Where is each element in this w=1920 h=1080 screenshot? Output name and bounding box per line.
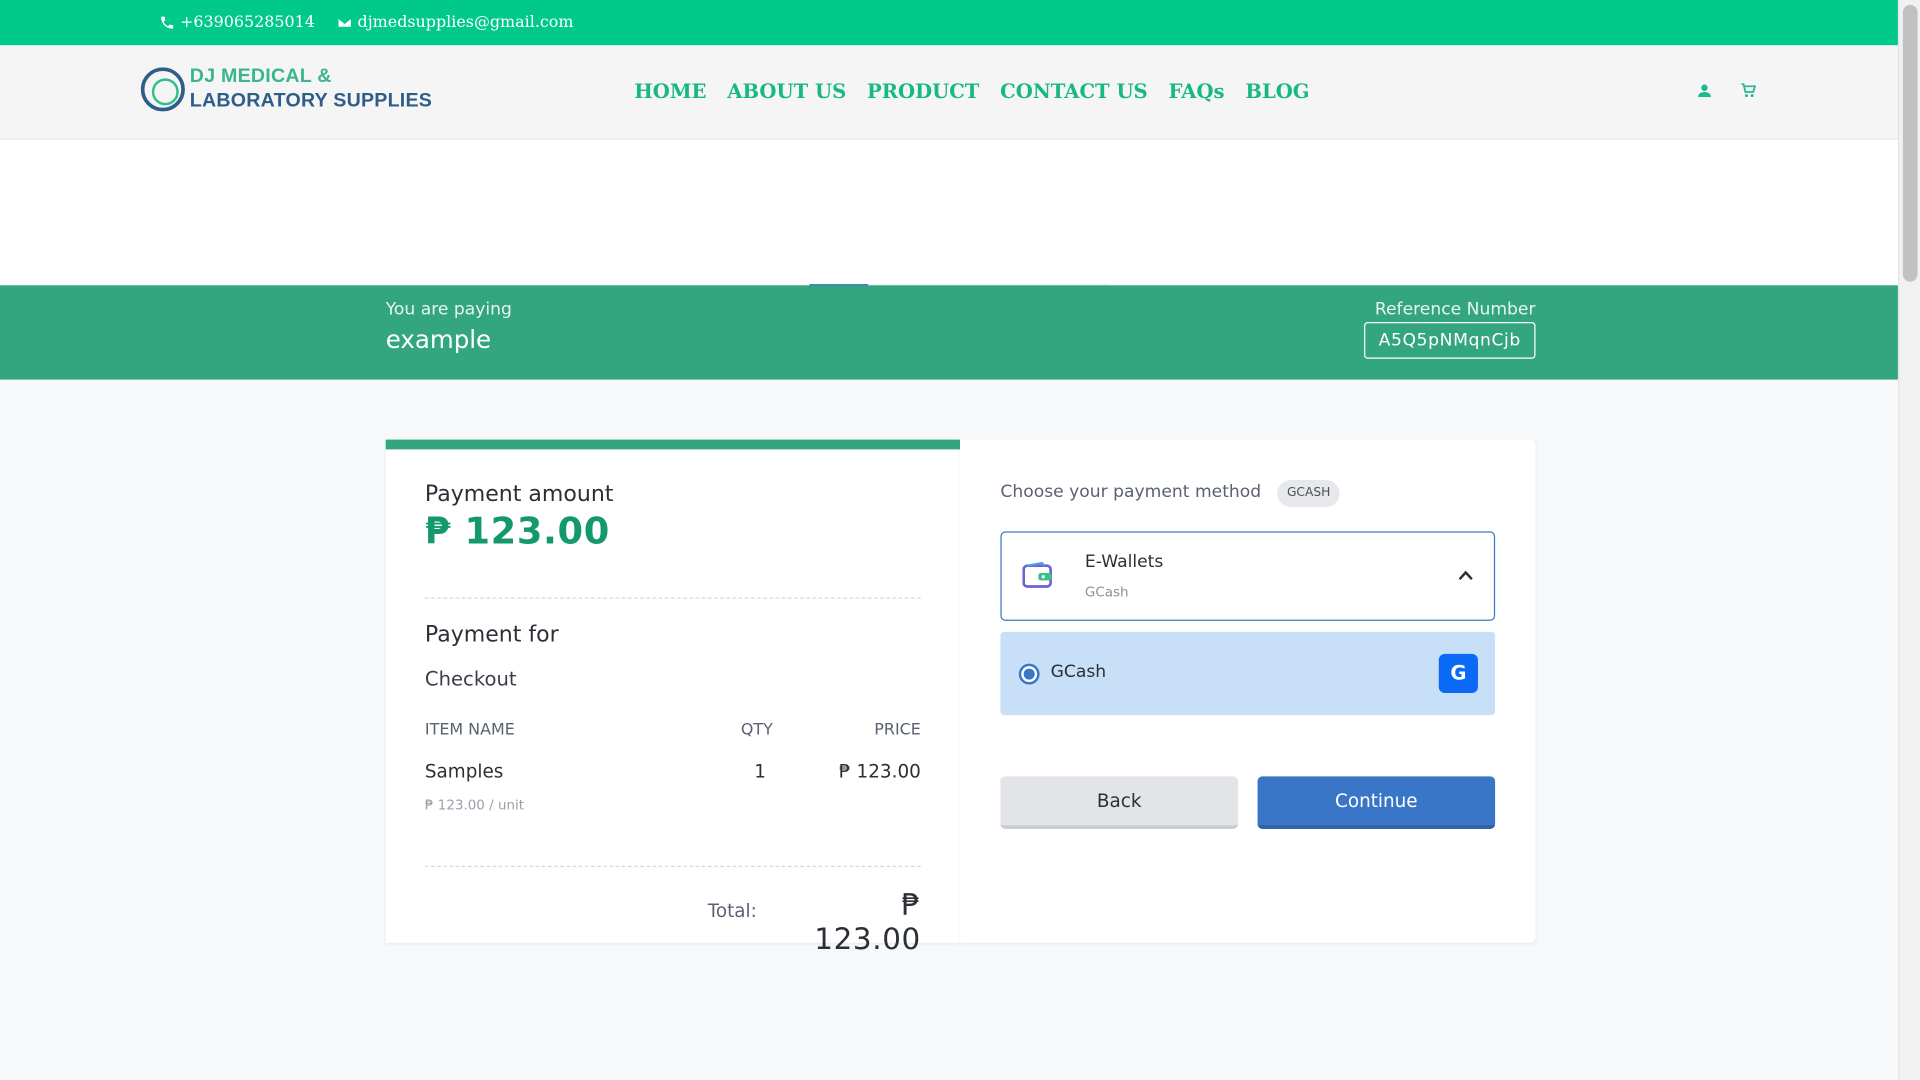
column-item-name: ITEM NAME — [424, 721, 515, 740]
paying-label: You are paying — [385, 300, 512, 320]
payment-summary-card: Payment amount ₱ 123.00 Payment for Chec… — [385, 439, 961, 956]
item-name: Samples — [424, 760, 504, 783]
phone-icon — [161, 16, 174, 29]
nav-blog[interactable]: BLOG — [1245, 80, 1309, 103]
page-scrollbar[interactable] — [1897, 0, 1920, 1080]
gcash-label: GCash — [1050, 662, 1107, 683]
top-contact-bar: +639065285014 djmedsupplies@gmail.com — [0, 0, 1898, 46]
phone-number: +639065285014 — [180, 13, 315, 32]
item-price: ₱ 123.00 — [839, 760, 921, 783]
chevron-up-icon[interactable] — [1457, 567, 1474, 584]
item-qty: 1 — [754, 760, 766, 783]
user-icon[interactable] — [1696, 82, 1713, 99]
ewallets-title: E-Wallets — [1084, 552, 1164, 572]
brand-line-1: DJ MEDICAL & — [189, 66, 332, 87]
payment-amount-label: Payment amount — [424, 481, 614, 507]
merchant-name: example — [385, 324, 492, 354]
nav-product[interactable]: PRODUCT — [867, 80, 979, 103]
stethoscope-logo-icon — [140, 67, 185, 112]
payment-for-label: Payment for — [424, 622, 559, 648]
reference-number: A5Q5pNMqnCjb — [1364, 322, 1536, 359]
cart-icon[interactable] — [1740, 82, 1757, 99]
scrollbar-thumb[interactable] — [1902, 4, 1918, 282]
column-qty: QTY — [740, 721, 773, 740]
gcash-option[interactable]: GCash G — [1000, 631, 1496, 716]
envelope-icon — [337, 17, 352, 28]
divider — [424, 597, 921, 599]
item-unit-price: ₱ 123.00 / unit — [424, 797, 525, 814]
ewallets-accordion[interactable]: E-Wallets GCash — [1000, 531, 1496, 621]
column-price: PRICE — [874, 721, 921, 740]
content-band — [0, 139, 1898, 287]
total-amount: ₱ 123.00 — [814, 887, 921, 957]
nav-contact-us[interactable]: CONTACT US — [1000, 80, 1148, 103]
email-contact[interactable]: djmedsupplies@gmail.com — [337, 13, 574, 32]
divider — [424, 865, 921, 867]
nav-home[interactable]: HOME — [634, 80, 706, 103]
selected-method-badge: GCASH — [1277, 480, 1341, 507]
nav-menu: HOME ABOUT US PRODUCT CONTACT US FAQs BL… — [634, 80, 1309, 103]
wallet-icon — [1022, 562, 1052, 588]
choose-method-label: Choose your payment method — [1000, 482, 1262, 503]
payment-method-card: Choose your payment method GCASH E-Walle… — [960, 439, 1536, 943]
ewallets-subtitle: GCash — [1084, 584, 1129, 601]
continue-button[interactable]: Continue — [1257, 776, 1496, 829]
payment-for-value: Checkout — [424, 667, 517, 691]
payment-amount: ₱ 123.00 — [424, 510, 610, 554]
phone-contact[interactable]: +639065285014 — [159, 13, 315, 32]
gcash-logo-icon: G — [1438, 653, 1478, 694]
email-address: djmedsupplies@gmail.com — [357, 13, 574, 32]
reference-label: Reference Number — [1374, 300, 1536, 320]
nav-icons — [1696, 82, 1757, 99]
main-navbar: DJ MEDICAL & LABORATORY SUPPLIES HOME AB… — [0, 45, 1898, 140]
total-label: Total: — [707, 900, 757, 923]
gcash-radio[interactable] — [1018, 663, 1040, 685]
payment-header: You are paying example Reference Number … — [0, 285, 1898, 380]
brand-line-2: LABORATORY SUPPLIES — [189, 90, 433, 112]
page: +639065285014 djmedsupplies@gmail.com DJ… — [0, 0, 1920, 1080]
back-button[interactable]: Back — [1000, 776, 1238, 829]
nav-about-us[interactable]: ABOUT US — [727, 80, 846, 103]
brand-logo[interactable]: DJ MEDICAL & LABORATORY SUPPLIES — [140, 65, 433, 114]
nav-faqs[interactable]: FAQs — [1169, 80, 1225, 103]
